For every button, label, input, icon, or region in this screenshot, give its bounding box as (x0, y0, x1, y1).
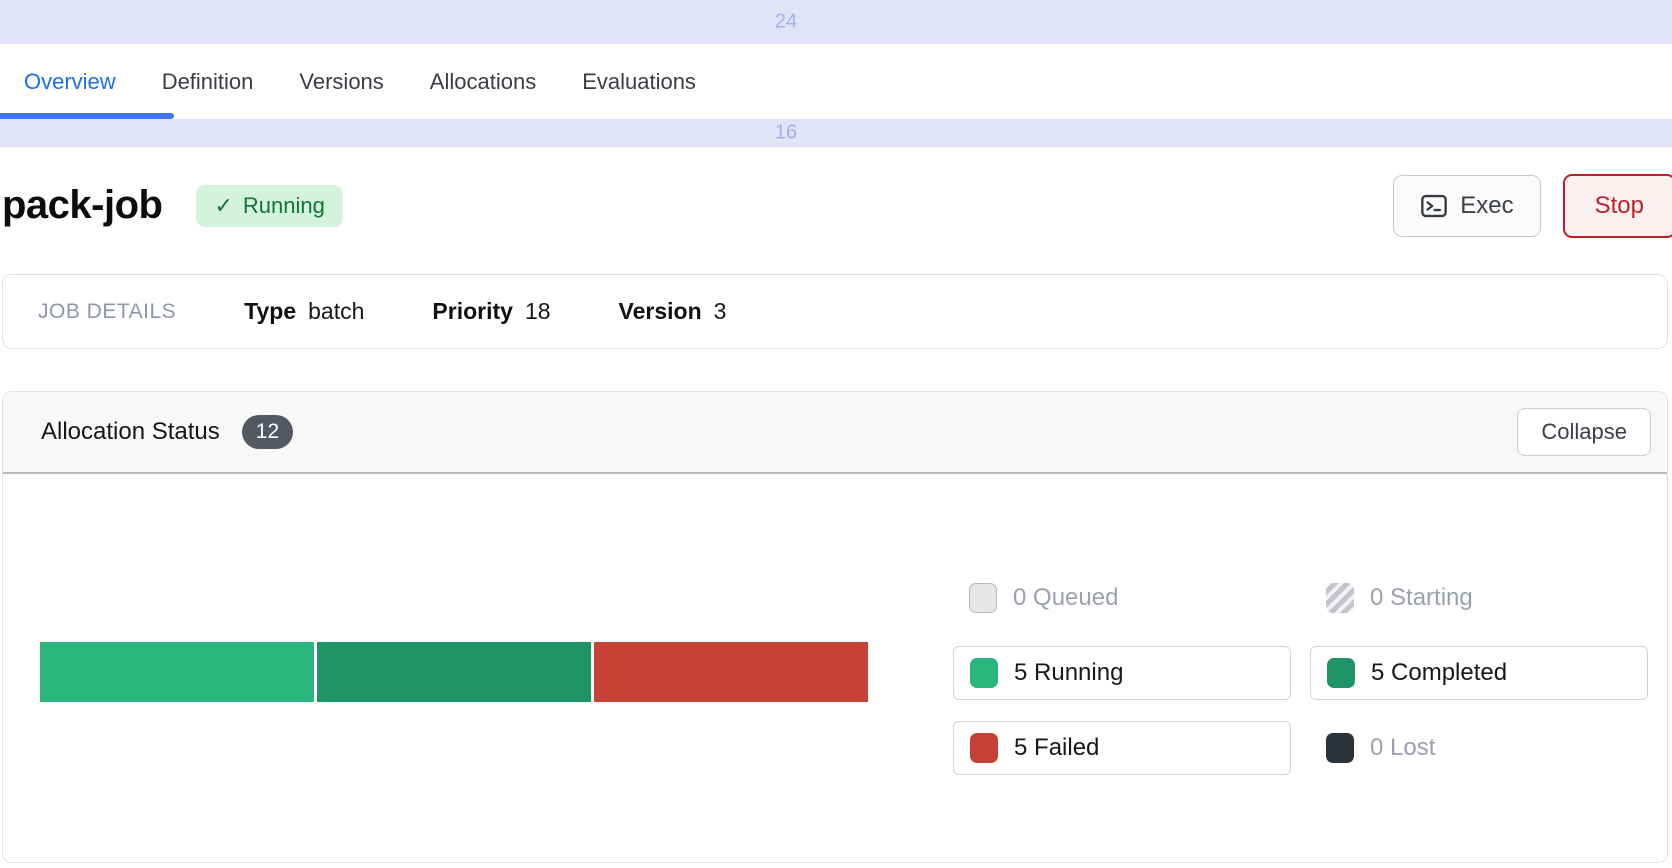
legend-running-text: 5 Running (1014, 659, 1123, 687)
job-detail-priority: Priority 18 (432, 298, 550, 325)
job-tabbar: Overview Definition Versions Allocations… (0, 44, 1672, 119)
status-badge: ✓ Running (196, 185, 342, 227)
collapse-button-label: Collapse (1541, 419, 1627, 445)
failed-swatch-icon (970, 733, 998, 763)
page-header: pack-job ✓ Running Exec Stop (0, 147, 1672, 274)
lost-swatch-icon (1326, 733, 1354, 763)
allocation-chart-body: 0 Queued 0 Starting 5 Running 5 Complete… (3, 474, 1667, 860)
job-detail-priority-value: 18 (525, 298, 551, 325)
top-band-value: 24 (775, 11, 797, 34)
allocation-legend: 0 Queued 0 Starting 5 Running 5 Complete… (953, 571, 1648, 775)
legend-failed-text: 5 Failed (1014, 734, 1099, 762)
bar-segment-completed[interactable] (317, 642, 591, 702)
job-detail-version: Version 3 (619, 298, 727, 325)
stop-button[interactable]: Stop (1563, 174, 1672, 238)
legend-item-lost: 0 Lost (1310, 721, 1648, 775)
job-detail-type: Type batch (244, 298, 364, 325)
bar-segment-failed[interactable] (594, 642, 868, 702)
starting-swatch-icon (1326, 583, 1354, 613)
tab-allocations[interactable]: Allocations (430, 69, 536, 95)
job-details-heading: JOB DETAILS (38, 300, 176, 324)
stop-button-label: Stop (1595, 192, 1644, 220)
legend-item-failed[interactable]: 5 Failed (953, 721, 1291, 775)
bar-segment-running[interactable] (40, 642, 314, 702)
terminal-icon (1420, 192, 1448, 220)
middle-band-value: 16 (775, 122, 797, 145)
top-measure-band: 24 (0, 0, 1672, 44)
tab-overview[interactable]: Overview (24, 69, 116, 95)
job-detail-priority-label: Priority (432, 298, 513, 325)
legend-item-running[interactable]: 5 Running (953, 646, 1291, 700)
job-details-panel: JOB DETAILS Type batch Priority 18 Versi… (2, 274, 1668, 349)
completed-swatch-icon (1327, 658, 1355, 688)
middle-measure-band: 16 (0, 119, 1672, 147)
legend-lost-text: 0 Lost (1370, 734, 1435, 762)
header-actions: Exec Stop (1393, 174, 1672, 238)
legend-item-starting: 0 Starting (1310, 571, 1648, 625)
status-badge-label: Running (243, 193, 325, 219)
page-title: pack-job (2, 183, 162, 228)
queued-swatch-icon (969, 583, 997, 613)
legend-item-completed[interactable]: 5 Completed (1310, 646, 1648, 700)
job-detail-version-label: Version (619, 298, 702, 325)
allocation-status-header: Allocation Status 12 Collapse (3, 392, 1667, 474)
legend-queued-text: 0 Queued (1013, 584, 1118, 612)
exec-button[interactable]: Exec (1393, 175, 1540, 237)
running-swatch-icon (970, 658, 998, 688)
job-detail-type-label: Type (244, 298, 296, 325)
job-detail-version-value: 3 (714, 298, 727, 325)
allocation-count-badge: 12 (242, 415, 293, 449)
allocation-bar[interactable] (40, 642, 868, 702)
check-icon: ✓ (214, 193, 232, 219)
allocation-status-panel: Allocation Status 12 Collapse 0 Queued 0… (2, 391, 1668, 863)
tab-evaluations[interactable]: Evaluations (582, 69, 696, 95)
allocation-status-title: Allocation Status (41, 418, 220, 446)
collapse-button[interactable]: Collapse (1517, 408, 1651, 456)
legend-starting-text: 0 Starting (1370, 584, 1473, 612)
tab-versions[interactable]: Versions (299, 69, 383, 95)
tab-definition[interactable]: Definition (162, 69, 254, 95)
legend-completed-text: 5 Completed (1371, 659, 1507, 687)
legend-item-queued: 0 Queued (953, 571, 1291, 625)
exec-button-label: Exec (1460, 192, 1513, 220)
job-detail-type-value: batch (308, 298, 364, 325)
